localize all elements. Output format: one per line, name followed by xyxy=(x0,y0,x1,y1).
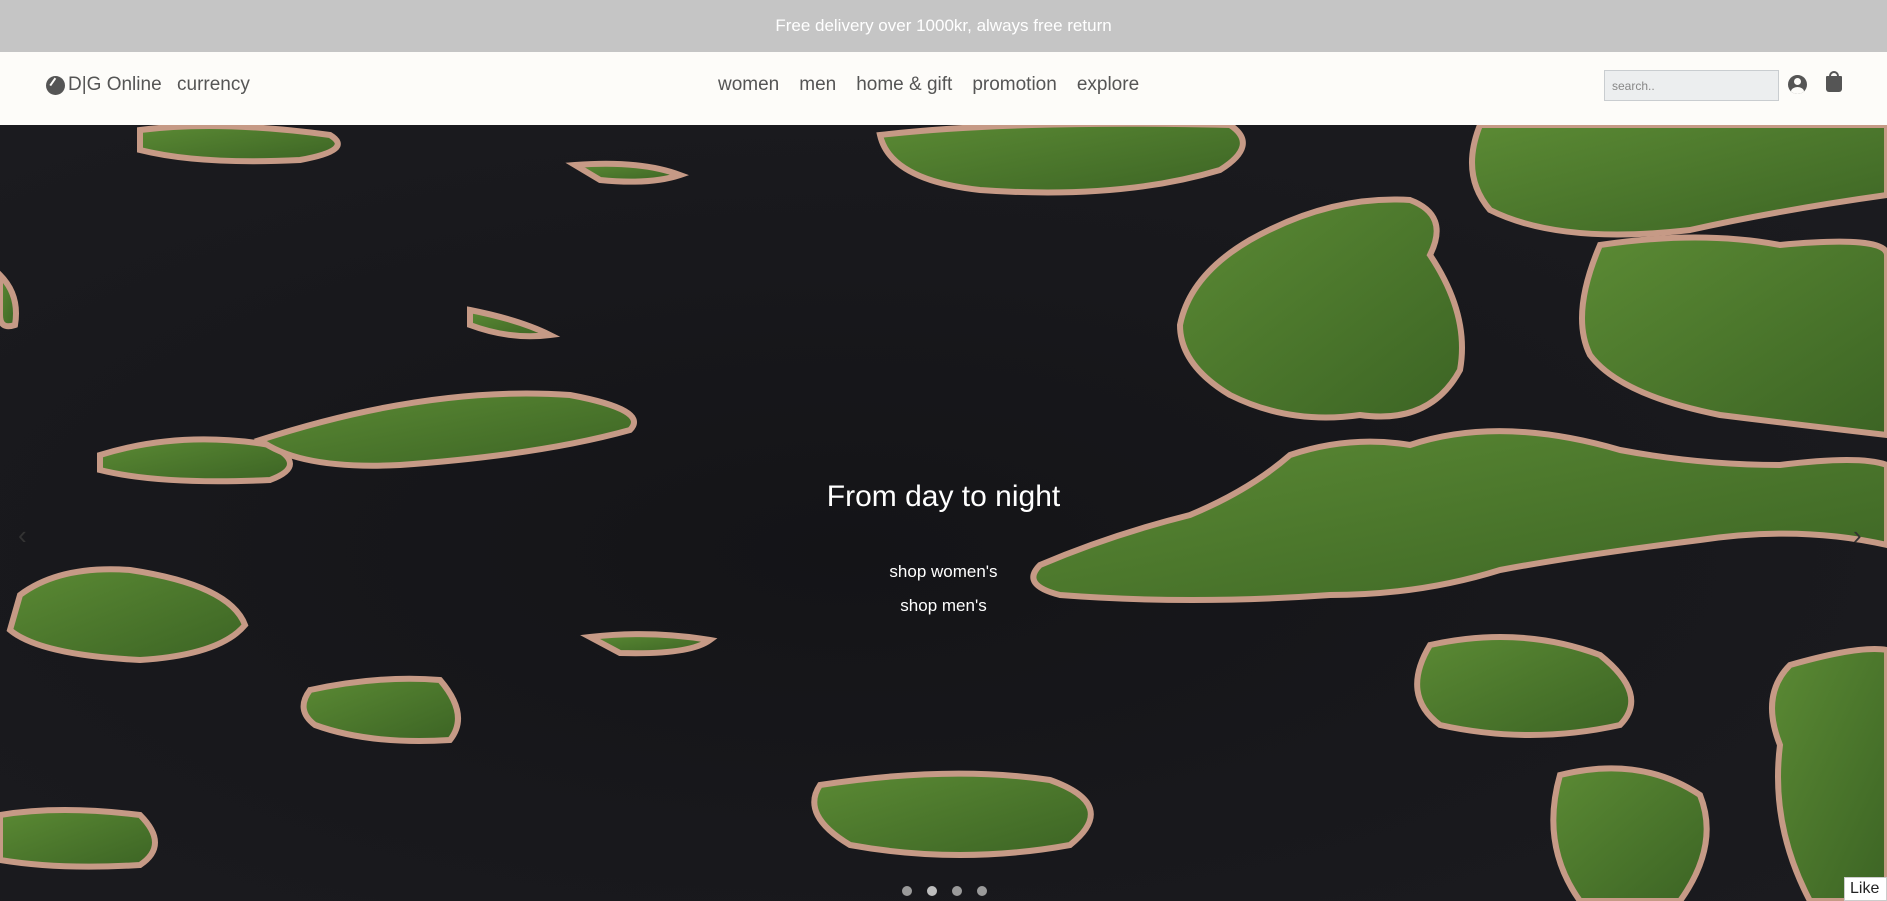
shop-men-link[interactable]: shop men's xyxy=(0,596,1887,616)
user-icon[interactable] xyxy=(1788,75,1807,94)
promo-text: Free delivery over 1000kr, always free r… xyxy=(775,16,1112,35)
brand-name: D|G Online xyxy=(68,74,162,95)
carousel-dot-3[interactable] xyxy=(952,886,962,896)
nav-item-promotion[interactable]: promotion xyxy=(972,74,1057,96)
shopping-bag-icon[interactable] xyxy=(1826,71,1842,92)
carousel-indicators xyxy=(902,886,987,896)
carousel-dot-1[interactable] xyxy=(902,886,912,896)
nav-item-home-gift[interactable]: home & gift xyxy=(856,74,952,96)
nav-item-explore[interactable]: explore xyxy=(1077,74,1139,96)
carousel-next-icon[interactable]: › xyxy=(1853,520,1862,551)
nav-item-men[interactable]: men xyxy=(799,74,836,96)
main-navigation: women men home & gift promotion explore xyxy=(718,74,1139,96)
search-input[interactable] xyxy=(1604,70,1779,101)
hero-title: From day to night xyxy=(826,480,1061,513)
like-button[interactable]: Like xyxy=(1844,877,1887,901)
nav-item-women[interactable]: women xyxy=(718,74,779,96)
shop-women-link[interactable]: shop women's xyxy=(0,562,1887,582)
brand-globe-icon xyxy=(46,75,65,95)
carousel-dot-2[interactable] xyxy=(927,886,937,896)
promo-banner: Free delivery over 1000kr, always free r… xyxy=(0,0,1887,52)
hero-carousel: From day to night shop women's shop men'… xyxy=(0,125,1887,901)
carousel-dot-4[interactable] xyxy=(977,886,987,896)
top-navbar: D|G Online currency women men home & gif… xyxy=(0,52,1887,125)
carousel-prev-icon[interactable]: ‹ xyxy=(18,520,27,551)
brand-logo[interactable]: D|G Online xyxy=(46,74,162,96)
currency-selector[interactable]: currency xyxy=(177,74,250,96)
